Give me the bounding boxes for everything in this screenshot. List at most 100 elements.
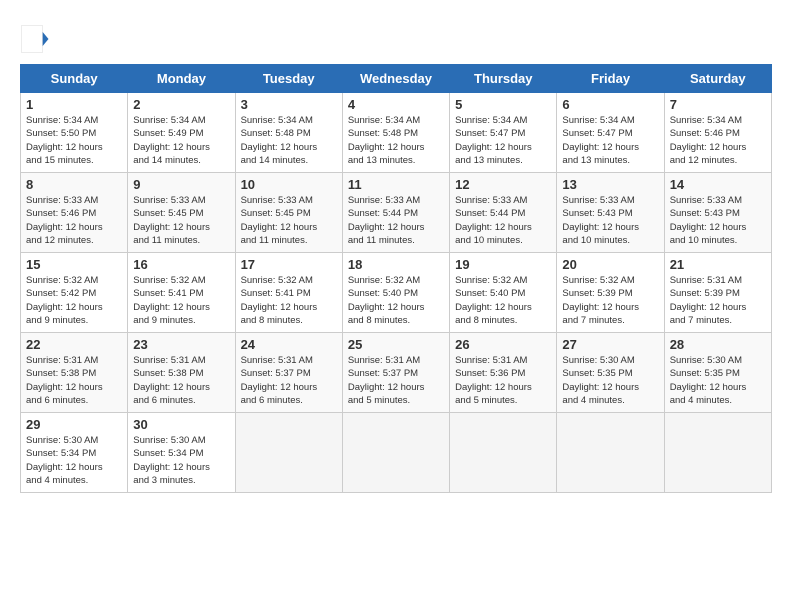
col-tuesday: Tuesday xyxy=(235,65,342,93)
calendar-week-row: 1 Sunrise: 5:34 AM Sunset: 5:50 PM Daylig… xyxy=(21,93,772,173)
calendar-cell: 2Sunrise: 5:34 AM Sunset: 5:49 PM Daylig… xyxy=(128,93,235,173)
day-info: Sunrise: 5:31 AM Sunset: 5:36 PM Dayligh… xyxy=(455,354,551,407)
calendar-cell: 30 Sunrise: 5:30 AM Sunset: 5:34 PM Dayli… xyxy=(128,413,235,493)
calendar-cell: 15 Sunrise: 5:32 AM Sunset: 5:42 PM Dayli… xyxy=(21,253,128,333)
day-info: Sunrise: 5:34 AM Sunset: 5:48 PM Dayligh… xyxy=(348,114,444,167)
col-sunday: Sunday xyxy=(21,65,128,93)
day-number: 29 xyxy=(26,417,122,432)
calendar-week-row: 8 Sunrise: 5:33 AM Sunset: 5:46 PM Daylig… xyxy=(21,173,772,253)
calendar-cell: 12 Sunrise: 5:33 AM Sunset: 5:44 PM Dayli… xyxy=(450,173,557,253)
day-info: Sunrise: 5:33 AM Sunset: 5:43 PM Dayligh… xyxy=(562,194,658,247)
day-number: 1 xyxy=(26,97,122,112)
day-number: 13 xyxy=(562,177,658,192)
day-number: 15 xyxy=(26,257,122,272)
calendar-cell: 16 Sunrise: 5:32 AM Sunset: 5:41 PM Dayli… xyxy=(128,253,235,333)
calendar-cell: 29 Sunrise: 5:30 AM Sunset: 5:34 PM Dayli… xyxy=(21,413,128,493)
day-info: Sunrise: 5:33 AM Sunset: 5:44 PM Dayligh… xyxy=(455,194,551,247)
calendar-week-row: 15 Sunrise: 5:32 AM Sunset: 5:42 PM Dayli… xyxy=(21,253,772,333)
day-info: Sunrise: 5:34 AM Sunset: 5:49 PM Dayligh… xyxy=(133,114,229,167)
day-info: Sunrise: 5:33 AM Sunset: 5:45 PM Dayligh… xyxy=(241,194,337,247)
calendar-cell xyxy=(450,413,557,493)
day-info: Sunrise: 5:33 AM Sunset: 5:46 PM Dayligh… xyxy=(26,194,122,247)
calendar-cell: 4 Sunrise: 5:34 AM Sunset: 5:48 PM Daylig… xyxy=(342,93,449,173)
calendar-week-row: 29 Sunrise: 5:30 AM Sunset: 5:34 PM Dayli… xyxy=(21,413,772,493)
day-number: 24 xyxy=(241,337,337,352)
day-number: 10 xyxy=(241,177,337,192)
day-info: Sunrise: 5:30 AM Sunset: 5:34 PM Dayligh… xyxy=(26,434,122,487)
day-info: Sunrise: 5:30 AM Sunset: 5:34 PM Dayligh… xyxy=(133,434,229,487)
calendar-cell: 5Sunrise: 5:34 AM Sunset: 5:47 PM Daylig… xyxy=(450,93,557,173)
day-number: 28 xyxy=(670,337,766,352)
logo xyxy=(20,24,54,54)
day-info: Sunrise: 5:34 AM Sunset: 5:50 PM Dayligh… xyxy=(26,114,122,167)
day-number: 25 xyxy=(348,337,444,352)
day-info: Sunrise: 5:31 AM Sunset: 5:38 PM Dayligh… xyxy=(133,354,229,407)
calendar-cell: 17 Sunrise: 5:32 AM Sunset: 5:41 PM Dayli… xyxy=(235,253,342,333)
calendar-cell: 14Sunrise: 5:33 AM Sunset: 5:43 PM Dayli… xyxy=(664,173,771,253)
day-number: 16 xyxy=(133,257,229,272)
day-info: Sunrise: 5:31 AM Sunset: 5:39 PM Dayligh… xyxy=(670,274,766,327)
day-number: 26 xyxy=(455,337,551,352)
day-info: Sunrise: 5:32 AM Sunset: 5:41 PM Dayligh… xyxy=(241,274,337,327)
calendar-cell: 8 Sunrise: 5:33 AM Sunset: 5:46 PM Daylig… xyxy=(21,173,128,253)
calendar-cell: 9Sunrise: 5:33 AM Sunset: 5:45 PM Daylig… xyxy=(128,173,235,253)
calendar-cell: 25 Sunrise: 5:31 AM Sunset: 5:37 PM Dayli… xyxy=(342,333,449,413)
day-info: Sunrise: 5:31 AM Sunset: 5:38 PM Dayligh… xyxy=(26,354,122,407)
day-number: 23 xyxy=(133,337,229,352)
calendar-cell: 13 Sunrise: 5:33 AM Sunset: 5:43 PM Dayli… xyxy=(557,173,664,253)
day-number: 11 xyxy=(348,177,444,192)
day-info: Sunrise: 5:31 AM Sunset: 5:37 PM Dayligh… xyxy=(241,354,337,407)
col-friday: Friday xyxy=(557,65,664,93)
col-saturday: Saturday xyxy=(664,65,771,93)
calendar-cell: 23 Sunrise: 5:31 AM Sunset: 5:38 PM Dayli… xyxy=(128,333,235,413)
calendar-cell xyxy=(235,413,342,493)
day-info: Sunrise: 5:32 AM Sunset: 5:41 PM Dayligh… xyxy=(133,274,229,327)
day-number: 18 xyxy=(348,257,444,272)
day-number: 3 xyxy=(241,97,337,112)
calendar-cell: 22Sunrise: 5:31 AM Sunset: 5:38 PM Dayli… xyxy=(21,333,128,413)
day-info: Sunrise: 5:34 AM Sunset: 5:47 PM Dayligh… xyxy=(455,114,551,167)
calendar-header-row: Sunday Monday Tuesday Wednesday Thursday… xyxy=(21,65,772,93)
calendar-week-row: 22Sunrise: 5:31 AM Sunset: 5:38 PM Dayli… xyxy=(21,333,772,413)
calendar-cell: 11Sunrise: 5:33 AM Sunset: 5:44 PM Dayli… xyxy=(342,173,449,253)
calendar-cell xyxy=(664,413,771,493)
day-number: 8 xyxy=(26,177,122,192)
day-info: Sunrise: 5:32 AM Sunset: 5:39 PM Dayligh… xyxy=(562,274,658,327)
day-info: Sunrise: 5:31 AM Sunset: 5:37 PM Dayligh… xyxy=(348,354,444,407)
day-info: Sunrise: 5:34 AM Sunset: 5:47 PM Dayligh… xyxy=(562,114,658,167)
calendar-cell: 3 Sunrise: 5:34 AM Sunset: 5:48 PM Daylig… xyxy=(235,93,342,173)
calendar-cell: 27Sunrise: 5:30 AM Sunset: 5:35 PM Dayli… xyxy=(557,333,664,413)
day-number: 6 xyxy=(562,97,658,112)
day-number: 12 xyxy=(455,177,551,192)
day-info: Sunrise: 5:34 AM Sunset: 5:46 PM Dayligh… xyxy=(670,114,766,167)
day-info: Sunrise: 5:32 AM Sunset: 5:42 PM Dayligh… xyxy=(26,274,122,327)
day-number: 21 xyxy=(670,257,766,272)
calendar-cell xyxy=(342,413,449,493)
day-number: 7 xyxy=(670,97,766,112)
day-number: 30 xyxy=(133,417,229,432)
calendar-table: Sunday Monday Tuesday Wednesday Thursday… xyxy=(20,64,772,493)
calendar-cell: 1 Sunrise: 5:34 AM Sunset: 5:50 PM Daylig… xyxy=(21,93,128,173)
calendar-cell: 6 Sunrise: 5:34 AM Sunset: 5:47 PM Daylig… xyxy=(557,93,664,173)
day-number: 17 xyxy=(241,257,337,272)
page-header xyxy=(20,20,772,54)
calendar-cell: 21 Sunrise: 5:31 AM Sunset: 5:39 PM Dayli… xyxy=(664,253,771,333)
day-info: Sunrise: 5:32 AM Sunset: 5:40 PM Dayligh… xyxy=(348,274,444,327)
day-info: Sunrise: 5:32 AM Sunset: 5:40 PM Dayligh… xyxy=(455,274,551,327)
day-number: 4 xyxy=(348,97,444,112)
col-thursday: Thursday xyxy=(450,65,557,93)
day-number: 14 xyxy=(670,177,766,192)
calendar-cell: 18 Sunrise: 5:32 AM Sunset: 5:40 PM Dayli… xyxy=(342,253,449,333)
calendar-cell: 20 Sunrise: 5:32 AM Sunset: 5:39 PM Dayli… xyxy=(557,253,664,333)
calendar-cell: 24 Sunrise: 5:31 AM Sunset: 5:37 PM Dayli… xyxy=(235,333,342,413)
calendar-cell: 28Sunrise: 5:30 AM Sunset: 5:35 PM Dayli… xyxy=(664,333,771,413)
col-monday: Monday xyxy=(128,65,235,93)
calendar-cell: 19Sunrise: 5:32 AM Sunset: 5:40 PM Dayli… xyxy=(450,253,557,333)
calendar-cell xyxy=(557,413,664,493)
calendar-cell: 26 Sunrise: 5:31 AM Sunset: 5:36 PM Dayli… xyxy=(450,333,557,413)
col-wednesday: Wednesday xyxy=(342,65,449,93)
day-info: Sunrise: 5:34 AM Sunset: 5:48 PM Dayligh… xyxy=(241,114,337,167)
day-number: 20 xyxy=(562,257,658,272)
logo-icon xyxy=(20,24,50,54)
calendar-cell: 10 Sunrise: 5:33 AM Sunset: 5:45 PM Dayli… xyxy=(235,173,342,253)
